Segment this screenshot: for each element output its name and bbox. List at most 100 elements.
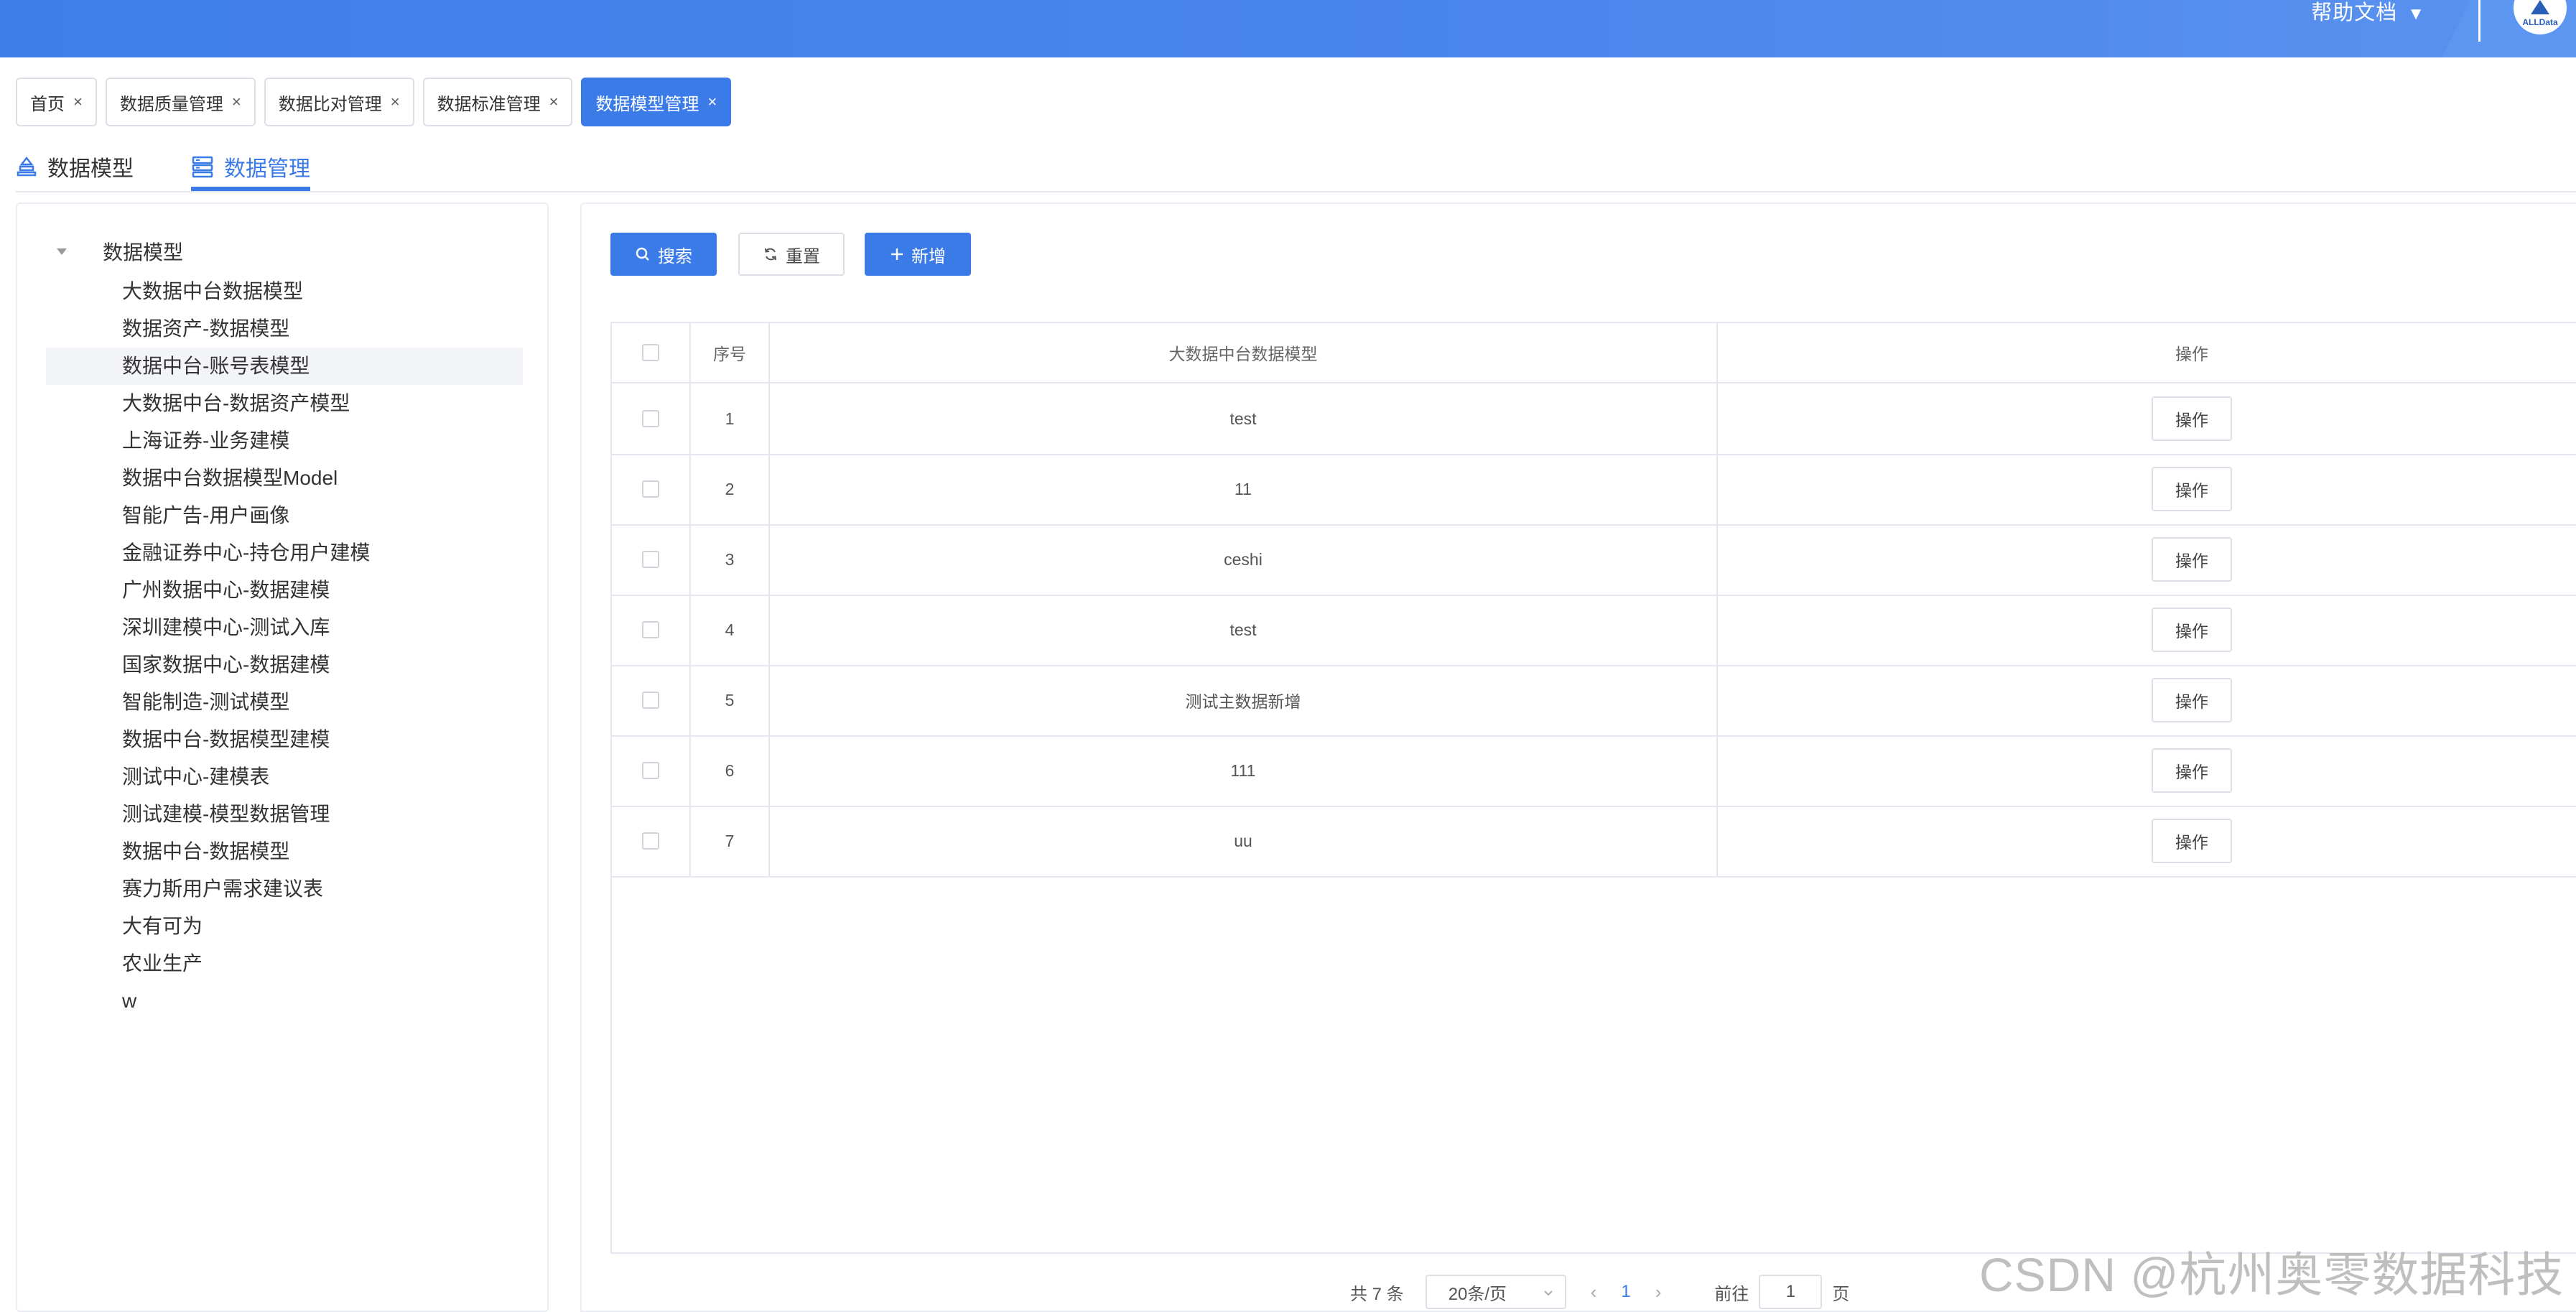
add-button-label: 新增	[911, 246, 946, 266]
table-row: 4 test 操作	[612, 595, 2576, 666]
row-checkbox[interactable]	[642, 832, 659, 850]
row-checkbox[interactable]	[642, 551, 659, 568]
tree-item[interactable]: 数据中台-数据模型	[46, 833, 523, 870]
tree-item[interactable]: 数据中台-数据模型建模	[46, 721, 523, 758]
tree-item[interactable]: 农业生产	[46, 945, 523, 982]
tree-item[interactable]: 国家数据中心-数据建模	[46, 646, 523, 684]
table-row: 6 111 操作	[612, 735, 2576, 807]
top-header: 帮助文档 ▼ ALLData	[0, 0, 2576, 57]
row-action-button[interactable]: 操作	[2152, 748, 2232, 793]
close-icon[interactable]: ×	[232, 93, 241, 111]
table-row: 1 test 操作	[612, 383, 2576, 455]
row-checkbox[interactable]	[642, 692, 659, 709]
close-icon[interactable]: ×	[549, 93, 559, 111]
subtab-data-model[interactable]: 数据模型	[16, 144, 134, 190]
tree-item[interactable]: 数据中台数据模型Model	[46, 460, 523, 497]
row-checkbox[interactable]	[642, 480, 659, 498]
subtab-data-manage[interactable]: 数据管理	[191, 144, 310, 191]
close-icon[interactable]: ×	[391, 93, 400, 111]
avatar-logo-text: ALLData	[2522, 17, 2558, 27]
tree-item[interactable]: w	[46, 982, 523, 1020]
tree-item[interactable]: 智能广告-用户画像	[46, 497, 523, 534]
row-checkbox[interactable]	[642, 762, 659, 779]
tab-label: 首页	[30, 94, 65, 114]
table-row: 5 测试主数据新增 操作	[612, 665, 2576, 737]
action-cell: 操作	[1718, 595, 2576, 665]
tree-root[interactable]: 数据模型	[57, 237, 183, 266]
tab-label: 数据比对管理	[278, 94, 382, 114]
tree-item[interactable]: 赛力斯用户需求建议表	[46, 870, 523, 908]
model-name-cell: test	[770, 595, 1718, 665]
tree-item[interactable]: 智能制造-测试模型	[46, 684, 523, 721]
tree-item[interactable]: 测试建模-模型数据管理	[46, 796, 523, 833]
tab-data-quality[interactable]: 数据质量管理 ×	[105, 78, 256, 126]
goto-page-input[interactable]: 1	[1759, 1275, 1823, 1309]
row-action-button[interactable]: 操作	[2152, 678, 2232, 722]
close-icon[interactable]: ×	[707, 93, 717, 111]
tab-data-compare[interactable]: 数据比对管理 ×	[264, 78, 414, 126]
tree-item[interactable]: 金融证券中心-持仓用户建模	[46, 534, 523, 572]
column-header-model: 大数据中台数据模型	[770, 323, 1718, 382]
checkbox-cell	[612, 665, 691, 735]
search-button[interactable]: 搜索	[610, 233, 717, 276]
goto-label: 前往	[1714, 1284, 1749, 1304]
action-cell: 操作	[1718, 383, 2576, 454]
select-all-checkbox[interactable]	[642, 344, 659, 361]
chevron-down-icon	[1543, 1282, 1553, 1302]
data-table: 序号 大数据中台数据模型 操作 1 test 操作 2 11 操作 3 cesh…	[610, 322, 2576, 1254]
tree-item[interactable]: 数据资产-数据模型	[46, 310, 523, 348]
expand-arrow-icon[interactable]	[57, 248, 67, 255]
tab-label: 数据质量管理	[119, 94, 223, 114]
model-tree-panel: 数据模型 大数据中台数据模型 数据资产-数据模型 数据中台-账号表模型 大数据中…	[16, 203, 549, 1312]
page-size-select[interactable]: 20条/页	[1425, 1275, 1566, 1309]
table-row: 2 11 操作	[612, 454, 2576, 526]
row-checkbox[interactable]	[642, 410, 659, 427]
tab-label: 数据标准管理	[437, 94, 541, 114]
tree-item[interactable]: 大数据中台数据模型	[46, 273, 523, 310]
tree-root-label: 数据模型	[103, 241, 184, 264]
subtab-label: 数据模型	[47, 157, 134, 181]
header-divider	[2478, 0, 2480, 42]
current-page-number[interactable]: 1	[1621, 1282, 1630, 1302]
data-manage-icon	[192, 156, 213, 178]
action-cell: 操作	[1718, 524, 2576, 595]
row-action-button[interactable]: 操作	[2152, 608, 2232, 652]
column-header-index: 序号	[691, 323, 770, 382]
tab-home[interactable]: 首页 ×	[16, 78, 97, 126]
page-size-value: 20条/页	[1448, 1284, 1507, 1304]
row-action-button[interactable]: 操作	[2152, 396, 2232, 441]
tab-data-standard[interactable]: 数据标准管理 ×	[422, 78, 573, 126]
table-row: 7 uu 操作	[612, 806, 2576, 878]
table-row: 3 ceshi 操作	[612, 524, 2576, 596]
row-action-button[interactable]: 操作	[2152, 467, 2232, 511]
model-icon	[17, 156, 37, 177]
tree-item[interactable]: 广州数据中心-数据建模	[46, 572, 523, 609]
row-action-button[interactable]: 操作	[2152, 537, 2232, 582]
page-suffix-label: 页	[1832, 1284, 1850, 1304]
close-icon[interactable]: ×	[73, 93, 83, 111]
prev-page-button[interactable]: ‹	[1591, 1281, 1597, 1303]
help-docs-menu[interactable]: 帮助文档 ▼	[2311, 0, 2425, 26]
row-checkbox[interactable]	[642, 621, 659, 638]
tree-item[interactable]: 上海证券-业务建模	[46, 422, 523, 460]
reset-button[interactable]: 重置	[738, 233, 845, 276]
model-name-cell: 111	[770, 735, 1718, 806]
add-button[interactable]: 新增	[865, 233, 971, 276]
tree-item[interactable]: 大有可为	[46, 908, 523, 945]
next-page-button[interactable]: ›	[1655, 1281, 1662, 1303]
tree-item[interactable]: 大数据中台-数据资产模型	[46, 385, 523, 422]
sub-tabs: 数据模型 数据管理	[16, 144, 310, 191]
checkbox-cell	[612, 383, 691, 454]
tab-data-model[interactable]: 数据模型管理 ×	[581, 78, 732, 126]
tree-item-selected[interactable]: 数据中台-账号表模型	[46, 348, 523, 385]
index-cell: 1	[691, 383, 770, 454]
search-icon	[635, 246, 651, 262]
checkbox-cell	[612, 806, 691, 876]
row-action-button[interactable]: 操作	[2152, 819, 2232, 863]
model-name-cell: uu	[770, 806, 1718, 876]
model-name-cell: 11	[770, 454, 1718, 524]
tree-item[interactable]: 深圳建模中心-测试入库	[46, 609, 523, 646]
action-cell: 操作	[1718, 665, 2576, 735]
model-name-cell: 测试主数据新增	[770, 665, 1718, 735]
tree-item[interactable]: 测试中心-建模表	[46, 758, 523, 796]
